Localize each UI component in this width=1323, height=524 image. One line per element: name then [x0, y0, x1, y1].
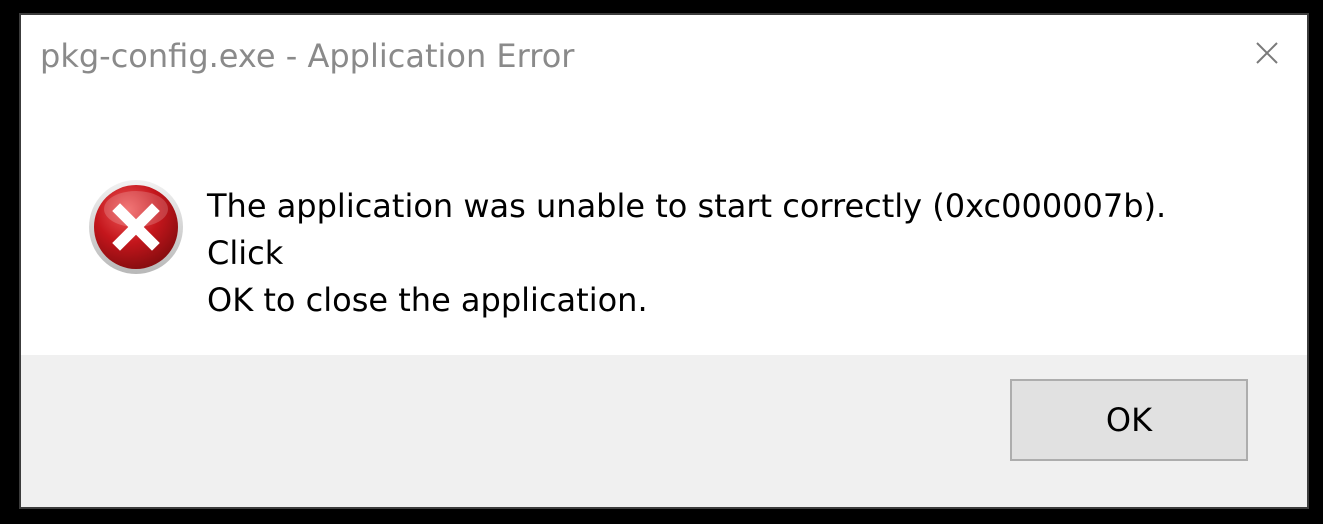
error-icon [89, 180, 183, 274]
error-message: The application was unable to start corr… [207, 183, 1217, 324]
dialog-title: pkg-config.exe - Application Error [40, 37, 575, 75]
button-bar: OK [21, 355, 1307, 507]
close-button[interactable] [1247, 33, 1287, 73]
ok-button[interactable]: OK [1010, 379, 1248, 461]
title-bar: pkg-config.exe - Application Error [21, 15, 1307, 97]
error-message-line-1: The application was unable to start corr… [207, 187, 1167, 272]
close-icon [1256, 42, 1278, 64]
error-dialog: pkg-config.exe - Application Error The a… [19, 13, 1309, 509]
dialog-content: The application was unable to start corr… [21, 97, 1307, 355]
error-message-line-2: OK to close the application. [207, 281, 648, 319]
